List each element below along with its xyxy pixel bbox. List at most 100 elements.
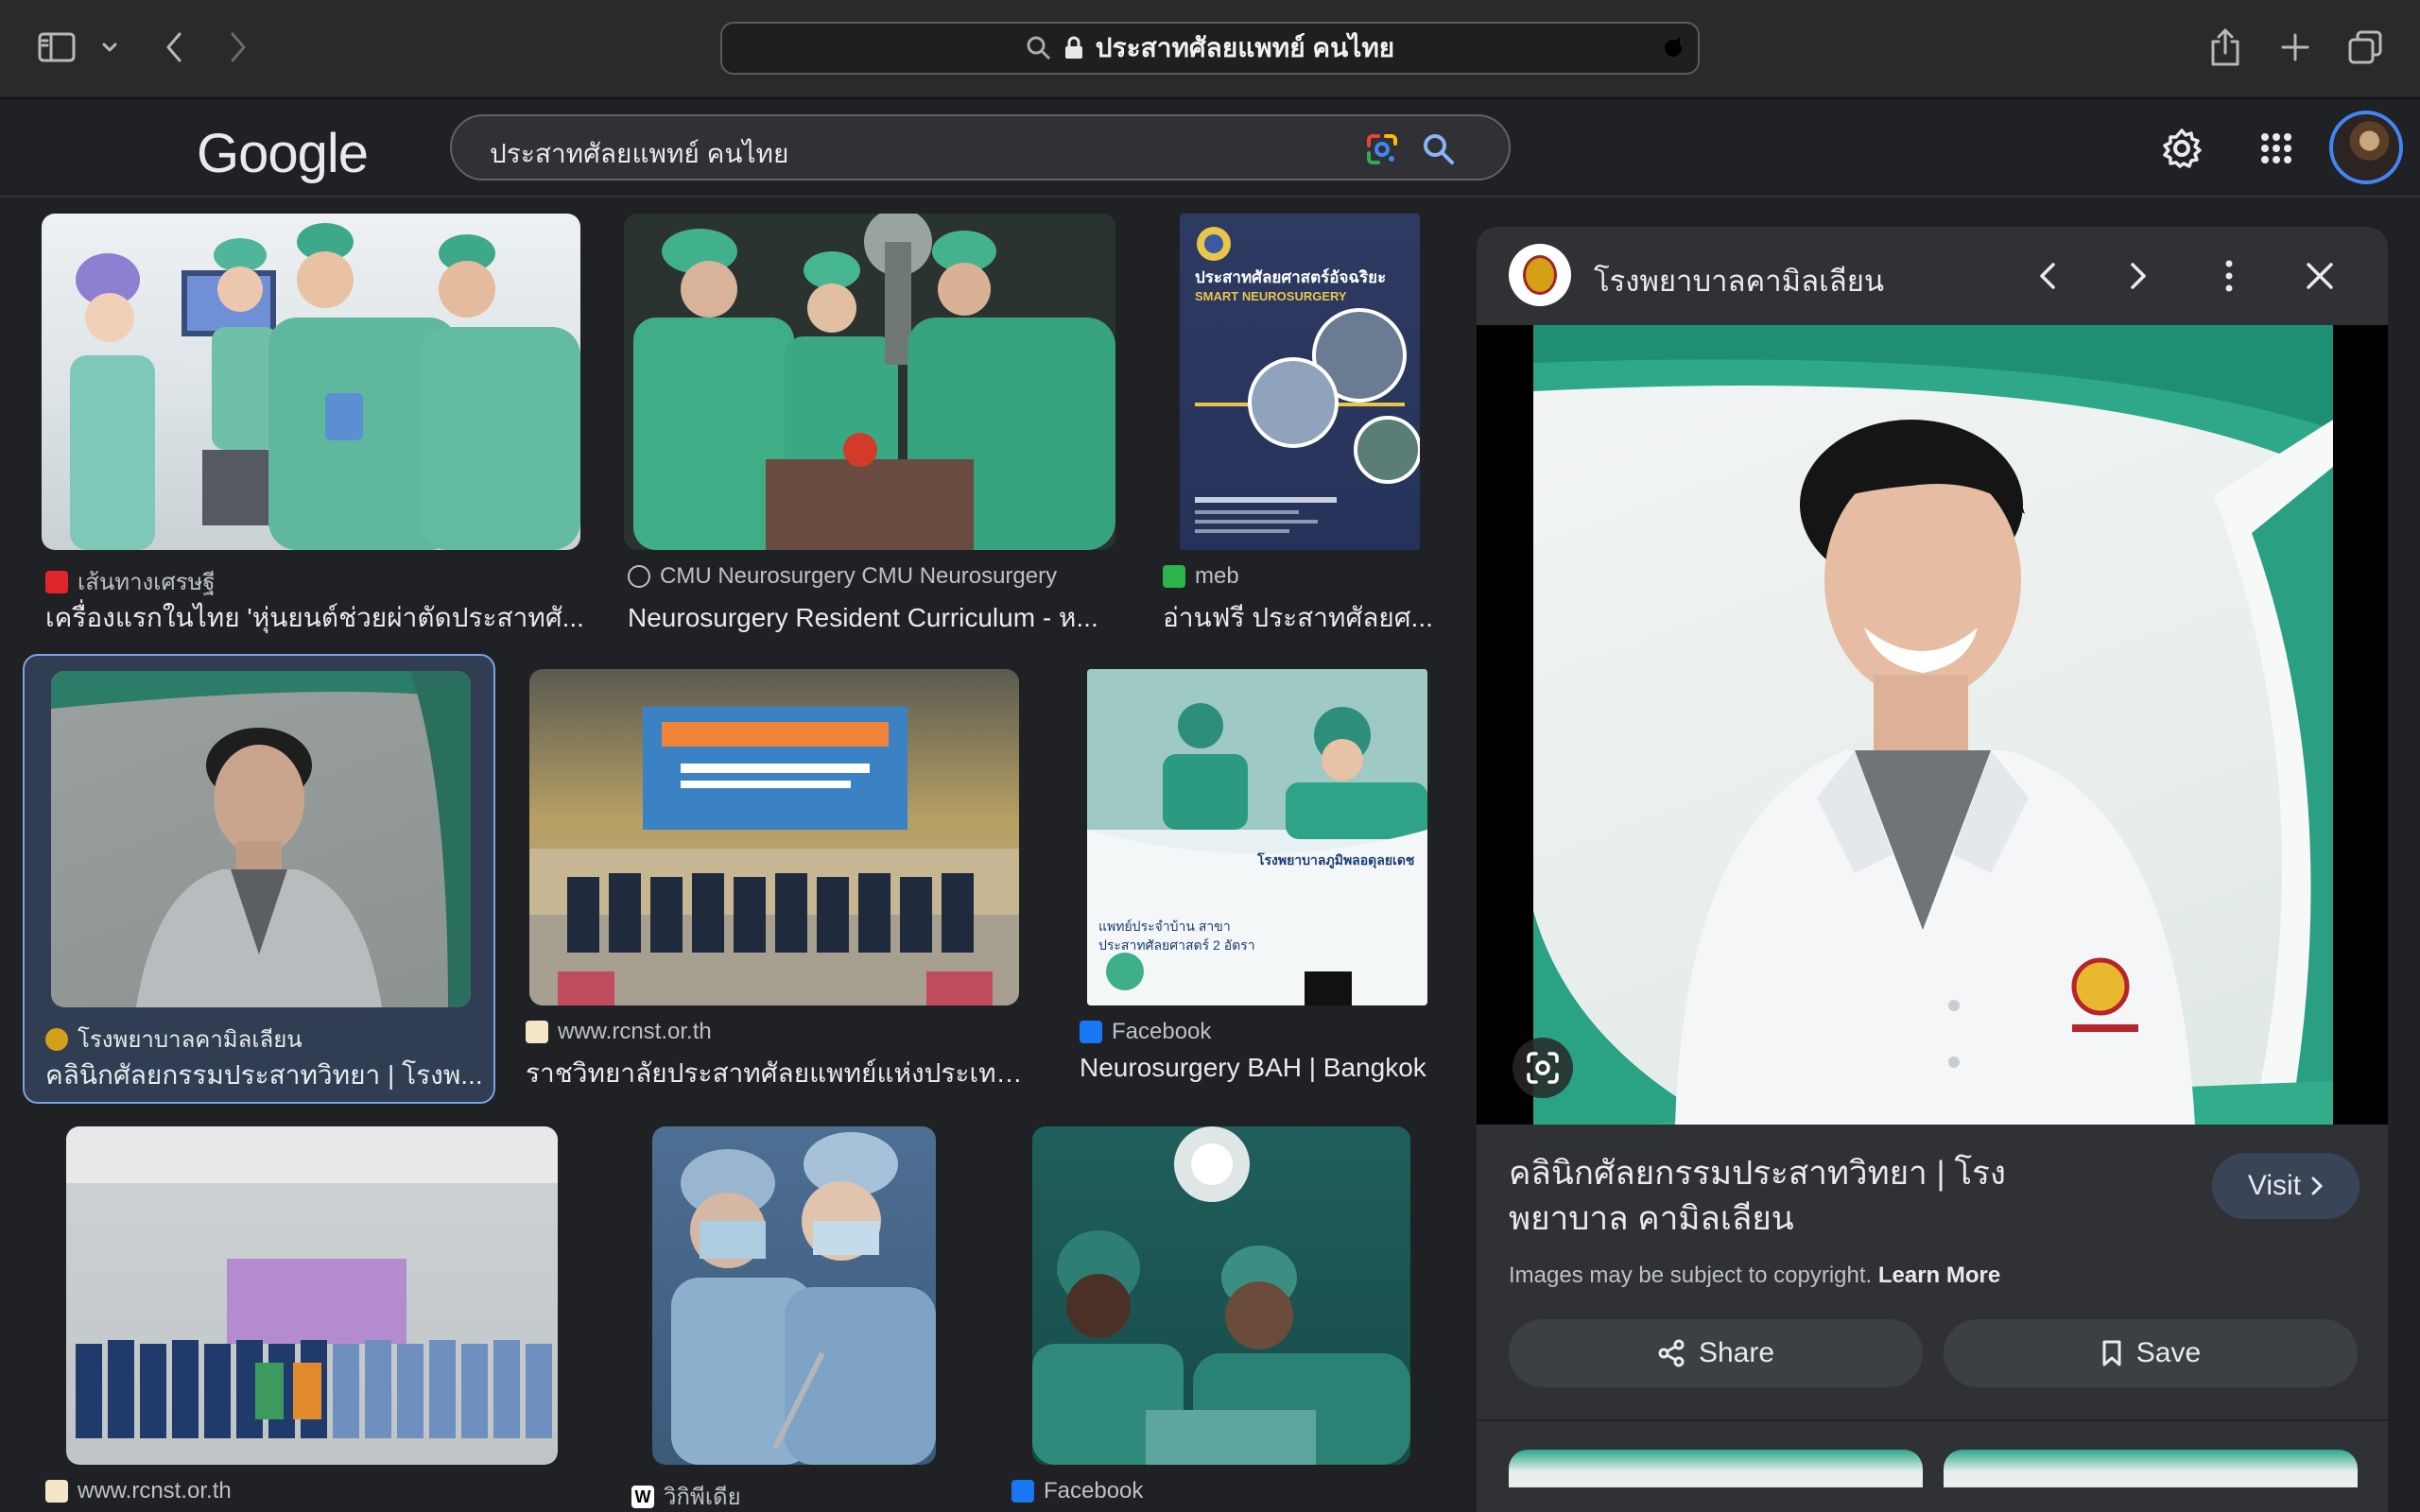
- result-source[interactable]: เส้นทางเศรษฐี: [45, 563, 216, 600]
- source-label: เส้นทางเศรษฐี: [78, 570, 216, 595]
- result-source[interactable]: meb: [1163, 563, 1239, 590]
- result-source[interactable]: www.rcnst.or.th: [45, 1478, 232, 1504]
- book-title: ประสาทศัลยศาสตร์อัจฉริยะ: [1195, 268, 1387, 286]
- result-source[interactable]: Facebook: [1080, 1019, 1211, 1045]
- search-icon: [1027, 36, 1050, 60]
- result-card-3[interactable]: ประสาทศัลยศาสตร์อัจฉริยะ SMART NEUROSURG…: [1155, 210, 1444, 635]
- close-icon[interactable]: [2291, 248, 2348, 304]
- result-thumbnail[interactable]: [66, 1126, 558, 1465]
- search-input[interactable]: ประสาทศัลยแพทย์ คนไทย: [450, 114, 1511, 180]
- result-source[interactable]: CMU Neurosurgery CMU Neurosurgery: [628, 563, 1057, 590]
- result-card-8[interactable]: W วิกิพีเดีย: [620, 1125, 970, 1512]
- result-title[interactable]: Neurosurgery Resident Curriculum - ห...: [628, 597, 1119, 639]
- google-header: Google ประสาทศัลยแพทย์ คนไทย: [0, 101, 2420, 198]
- google-lens-icon[interactable]: [1363, 130, 1401, 168]
- result-card-9[interactable]: Facebook: [1004, 1125, 1444, 1512]
- search-inside-image-icon[interactable]: [1512, 1038, 1573, 1098]
- source-label: Facebook: [1112, 1019, 1212, 1044]
- chevron-right-icon: [2311, 1177, 2324, 1195]
- result-thumbnail[interactable]: [529, 669, 1019, 1005]
- red-st-icon: [45, 570, 68, 593]
- share-icon: [1658, 1339, 1685, 1367]
- facebook-icon: [1011, 1480, 1034, 1503]
- rcnst-icon: [526, 1021, 548, 1043]
- apps-grid-icon[interactable]: [2250, 122, 2303, 175]
- facebook-icon: [1080, 1021, 1102, 1043]
- address-text: ประสาทศัลยแพทย์ คนไทย: [1095, 33, 1395, 62]
- visit-label: Visit: [2247, 1170, 2302, 1201]
- globe-icon: [628, 565, 650, 588]
- address-bar[interactable]: ประสาทศัลยแพทย์ คนไทย: [720, 22, 1700, 75]
- more-options-icon[interactable]: [2201, 248, 2257, 304]
- panel-site-name[interactable]: โรงพยาบาลคามิลเลียน: [1594, 257, 1884, 304]
- share-button[interactable]: Share: [1509, 1319, 1923, 1387]
- preview-title[interactable]: คลินิกศัลยกรรมประสาทวิทยา | โรงพยาบาล คา…: [1509, 1151, 2114, 1242]
- save-button[interactable]: Save: [1944, 1319, 2358, 1387]
- related-image-thumbnail[interactable]: [1509, 1450, 1923, 1487]
- copyright-text: Images may be subject to copyright.: [1509, 1263, 1873, 1288]
- source-label: meb: [1195, 563, 1239, 589]
- related-image-thumbnail[interactable]: [1944, 1450, 2358, 1487]
- result-thumbnail[interactable]: [1032, 1126, 1410, 1465]
- next-image-button[interactable]: [2110, 248, 2167, 304]
- result-card-2[interactable]: CMU Neurosurgery CMU Neurosurgery Neuros…: [620, 210, 1121, 635]
- result-title[interactable]: อ่านฟรี ประสาทศัลยศ...: [1163, 597, 1443, 639]
- wikipedia-icon: W: [631, 1485, 654, 1508]
- result-title[interactable]: เครื่องแรกในไทย 'หุ่นยนต์ช่วยผ่าตัดประสา…: [45, 597, 584, 639]
- result-thumbnail[interactable]: [624, 214, 1115, 550]
- share-label: Share: [1698, 1337, 1775, 1368]
- source-label: www.rcnst.or.th: [558, 1019, 712, 1044]
- sidebar-toggle-icon[interactable]: [30, 21, 83, 74]
- site-logo-icon[interactable]: [1509, 244, 1571, 306]
- back-button[interactable]: [147, 21, 200, 74]
- learn-more-link[interactable]: Learn More: [1878, 1263, 2000, 1288]
- hospital-icon: [45, 1027, 68, 1051]
- result-thumbnail[interactable]: โรงพยาบาลภูมิพลอดุลยเดช แพทย์ประจำบ้าน ส…: [1087, 669, 1427, 1005]
- share-icon[interactable]: [2199, 21, 2252, 74]
- result-card-7[interactable]: www.rcnst.or.th: [38, 1125, 586, 1512]
- chevron-down-icon[interactable]: [83, 21, 136, 74]
- result-title[interactable]: Neurosurgery BAH | Bangkok: [1080, 1053, 1439, 1083]
- copyright-notice: Images may be subject to copyright. Lear…: [1509, 1263, 2000, 1289]
- reload-icon[interactable]: [1658, 33, 1688, 68]
- visit-button[interactable]: Visit: [2212, 1153, 2360, 1219]
- panel-divider: [1477, 1419, 2388, 1421]
- preview-image[interactable]: [1533, 325, 2333, 1125]
- image-preview-panel: โรงพยาบาลคามิลเลียน คลินิกศัลยกรรมประสาท…: [1477, 227, 2388, 1512]
- result-source[interactable]: โรงพยาบาลคามิลเลียน: [45, 1021, 302, 1057]
- result-thumbnail[interactable]: [51, 671, 471, 1007]
- result-card-5[interactable]: www.rcnst.or.th ราชวิทยาลัยประสาทศัลยแพท…: [526, 667, 1027, 1092]
- bookmark-icon: [2102, 1340, 2121, 1366]
- source-label: Facebook: [1044, 1478, 1144, 1503]
- search-submit-icon[interactable]: [1420, 130, 1458, 168]
- result-source[interactable]: Facebook: [1011, 1478, 1143, 1504]
- result-title[interactable]: ราชวิทยาลัยประสาทศัลยแพทย์แห่งประเทศ...: [526, 1053, 1027, 1094]
- tab-overview-icon[interactable]: [2339, 21, 2392, 74]
- rcnst-icon: [45, 1480, 68, 1503]
- book-subtitle: SMART NEUROSURGERY: [1195, 289, 1347, 303]
- account-avatar[interactable]: [2329, 111, 2403, 184]
- source-label: CMU Neurosurgery CMU Neurosurgery: [660, 563, 1058, 589]
- result-card-1[interactable]: เส้นทางเศรษฐี เครื่องแรกในไทย 'หุ่นยนต์ช…: [38, 210, 586, 635]
- source-label: www.rcnst.or.th: [78, 1478, 232, 1503]
- forward-button[interactable]: [212, 21, 265, 74]
- result-thumbnail[interactable]: [42, 214, 580, 550]
- result-source[interactable]: www.rcnst.or.th: [526, 1019, 712, 1045]
- settings-gear-icon[interactable]: [2155, 122, 2208, 175]
- result-source[interactable]: W วิกิพีเดีย: [631, 1478, 741, 1512]
- browser-toolbar: ประสาทศัลยแพทย์ คนไทย: [0, 0, 2420, 99]
- result-card-6[interactable]: โรงพยาบาลภูมิพลอดุลยเดช แพทย์ประจำบ้าน ส…: [1070, 667, 1448, 1092]
- source-label: โรงพยาบาลคามิลเลียน: [78, 1027, 302, 1053]
- result-thumbnail[interactable]: ประสาทศัลยศาสตร์อัจฉริยะ SMART NEUROSURG…: [1180, 214, 1420, 550]
- result-card-4-selected[interactable]: โรงพยาบาลคามิลเลียน คลินิกศัลยกรรมประสาท…: [23, 654, 495, 1104]
- meb-icon: [1163, 565, 1185, 588]
- save-label: Save: [2135, 1337, 2202, 1368]
- google-logo[interactable]: Google: [197, 122, 369, 185]
- lock-icon: [1064, 36, 1082, 59]
- poster-line1: โรงพยาบาลภูมิพลอดุลยเดช: [1257, 852, 1415, 868]
- new-tab-icon[interactable]: [2269, 21, 2322, 74]
- source-label: วิกิพีเดีย: [664, 1485, 741, 1510]
- previous-image-button[interactable]: [2019, 248, 2076, 304]
- result-thumbnail[interactable]: [652, 1126, 936, 1465]
- result-title[interactable]: คลินิกศัลยกรรมประสาทวิทยา | โรงพ...: [45, 1055, 490, 1096]
